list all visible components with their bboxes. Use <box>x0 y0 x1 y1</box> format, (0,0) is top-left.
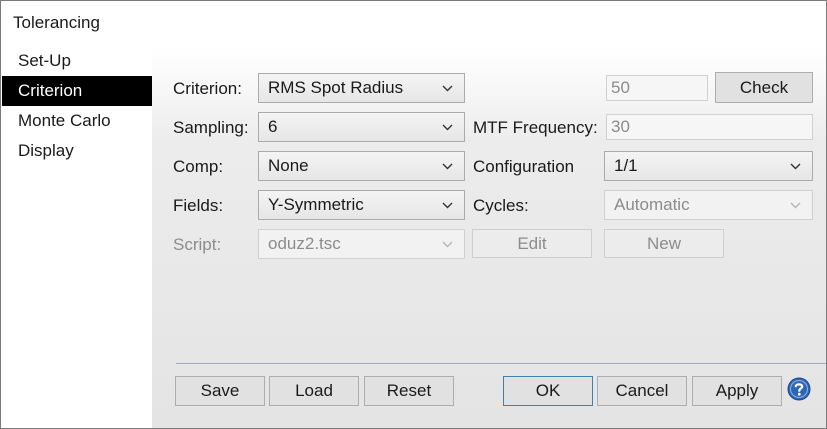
cycles-select-value: Automatic <box>614 195 690 214</box>
comp-select-value: None <box>268 156 309 175</box>
sampling-label: Sampling: <box>173 118 249 137</box>
tolerancing-dialog: Tolerancing Set-Up Criterion Monte Carlo… <box>0 0 827 429</box>
sidebar-item-monte-carlo[interactable]: Monte Carlo <box>2 106 152 136</box>
footer-separator <box>176 363 826 364</box>
sampling-select[interactable]: 6 <box>258 112 465 142</box>
fields-select[interactable]: Y-Symmetric <box>258 190 465 220</box>
save-button[interactable]: Save <box>175 376 265 406</box>
configuration-select-value: 1/1 <box>614 156 638 175</box>
cycles-select[interactable]: Automatic <box>604 190 813 220</box>
sidebar-item-criterion[interactable]: Criterion <box>2 76 152 106</box>
script-select[interactable]: oduz2.tsc <box>258 229 465 259</box>
criterion-label: Criterion: <box>173 79 242 98</box>
reset-button[interactable]: Reset <box>364 376 454 406</box>
fields-label: Fields: <box>173 196 224 215</box>
chevron-down-icon <box>790 191 802 219</box>
comp-label: Comp: <box>173 157 224 176</box>
configuration-label: Configuration <box>473 157 575 176</box>
chevron-down-icon <box>442 113 454 141</box>
sidebar: Set-Up Criterion Monte Carlo Display <box>2 46 152 166</box>
load-button[interactable]: Load <box>269 376 359 406</box>
chevron-down-icon <box>442 74 454 102</box>
criterion-select[interactable]: RMS Spot Radius <box>258 73 465 103</box>
window-title: Tolerancing <box>13 13 100 32</box>
chevron-down-icon <box>790 152 802 180</box>
sampling-select-value: 6 <box>268 117 278 136</box>
script-select-value: oduz2.tsc <box>268 234 341 253</box>
criterion-panel: Criterion: RMS Spot Radius 50 Check Samp… <box>152 48 826 428</box>
script-label: Script: <box>173 235 222 254</box>
sidebar-item-set-up[interactable]: Set-Up <box>2 46 152 76</box>
chevron-down-icon <box>442 191 454 219</box>
cancel-button[interactable]: Cancel <box>597 376 687 406</box>
chevron-down-icon <box>442 152 454 180</box>
fields-select-value: Y-Symmetric <box>268 195 364 214</box>
comp-select[interactable]: None <box>258 151 465 181</box>
criterion-value-field[interactable]: 50 <box>606 75 708 101</box>
edit-button[interactable]: Edit <box>472 229 592 258</box>
mtf-frequency-label: MTF Frequency: <box>473 118 598 137</box>
criterion-select-value: RMS Spot Radius <box>268 78 404 97</box>
apply-button[interactable]: Apply <box>692 376 782 406</box>
cycles-label: Cycles: <box>473 196 529 215</box>
help-icon[interactable] <box>787 377 811 401</box>
sidebar-item-display[interactable]: Display <box>2 136 152 166</box>
new-button[interactable]: New <box>604 229 724 258</box>
configuration-select[interactable]: 1/1 <box>604 151 813 181</box>
check-button[interactable]: Check <box>715 72 813 103</box>
mtf-frequency-field[interactable]: 30 <box>606 114 813 140</box>
ok-button[interactable]: OK <box>503 376 593 406</box>
chevron-down-icon <box>442 230 454 258</box>
